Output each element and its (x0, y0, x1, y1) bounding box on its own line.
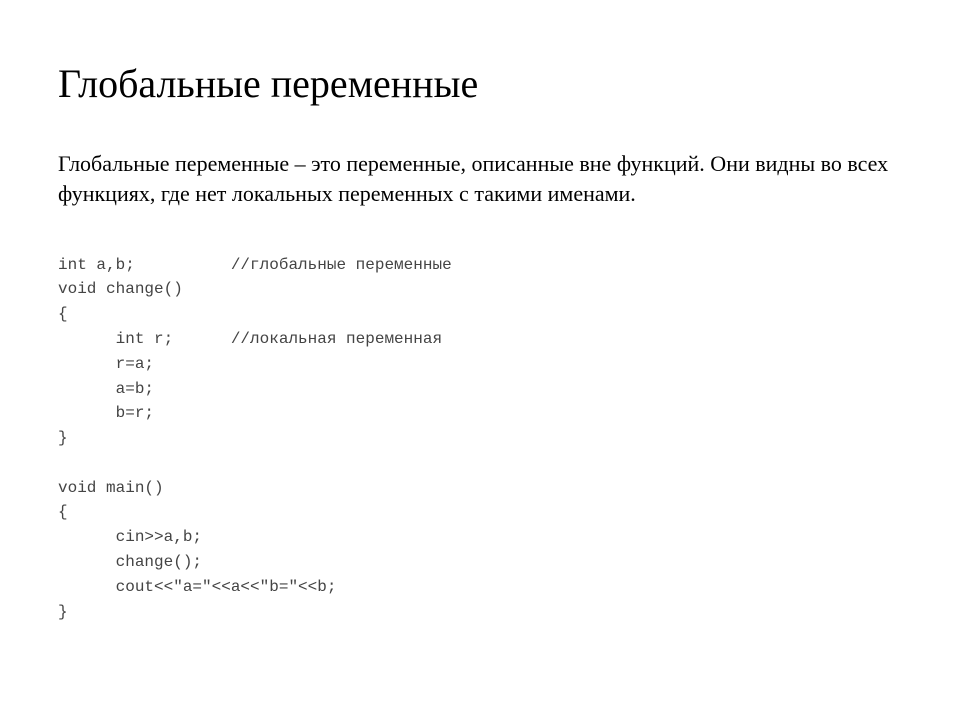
code-line: void main() (58, 479, 164, 497)
code-line: change(); (58, 553, 202, 571)
slide: Глобальные переменные Глобальные перемен… (0, 0, 960, 689)
code-line: int a,b; //глобальные переменные (58, 256, 452, 274)
code-example: int a,b; //глобальные переменные void ch… (58, 228, 902, 650)
code-line: } (58, 603, 68, 621)
code-line: void change() (58, 280, 183, 298)
code-line: cout<<"a="<<a<<"b="<<b; (58, 578, 336, 596)
slide-description: Глобальные переменные – это переменные, … (58, 149, 902, 210)
code-line: r=a; (58, 355, 154, 373)
code-line: a=b; (58, 380, 154, 398)
code-line: { (58, 503, 68, 521)
code-line: { (58, 305, 68, 323)
slide-title: Глобальные переменные (58, 60, 902, 107)
code-line: b=r; (58, 404, 154, 422)
code-line: } (58, 429, 68, 447)
code-line: cin>>a,b; (58, 528, 202, 546)
code-line: int r; //локальная переменная (58, 330, 442, 348)
